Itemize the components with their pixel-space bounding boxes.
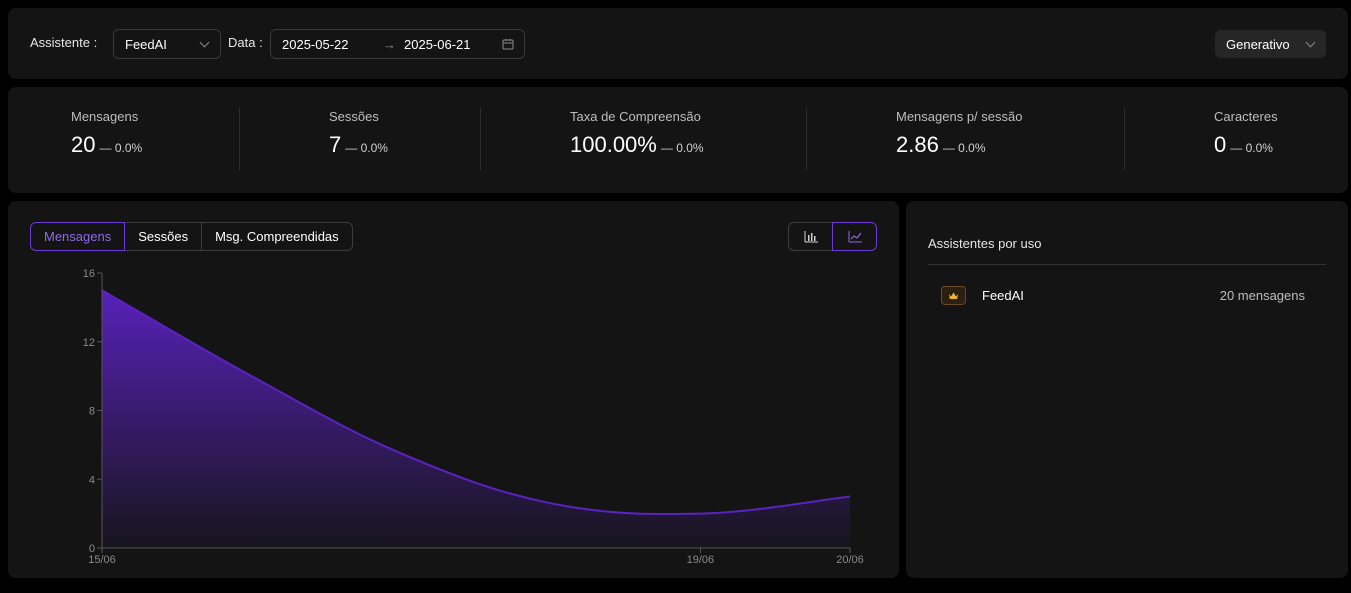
stat-title: Sessões [329, 109, 379, 124]
assistant-select[interactable]: FeedAI [113, 29, 221, 59]
stat-value: 100.00% [570, 132, 657, 157]
divider [928, 264, 1326, 265]
stat-comprehension-rate: Taxa de Compreensão 100.00% — 0.0% [570, 109, 704, 158]
date-range-picker[interactable]: 2025-05-22 → 2025-06-21 [270, 29, 525, 59]
stat-delta: — 0.0% [345, 141, 388, 155]
arrow-right-icon: → [383, 37, 396, 52]
assistant-name: FeedAI [982, 288, 1024, 303]
line-chart-icon [848, 230, 862, 242]
line-chart-toggle[interactable] [832, 222, 877, 251]
filter-bar: Assistente : FeedAI Data : 2025-05-22 → … [8, 8, 1348, 79]
usage-panel: Assistentes por uso FeedAI 20 mensagens [906, 201, 1348, 578]
divider [1124, 108, 1125, 170]
message-count: 20 mensagens [1219, 288, 1305, 303]
x-tick-label: 20/06 [836, 554, 864, 566]
date-end-input[interactable]: 2025-06-21 [404, 37, 471, 52]
x-tick-label: 15/06 [88, 554, 116, 566]
stat-value: 20 [71, 132, 96, 157]
mode-select[interactable]: Generativo [1215, 30, 1326, 58]
divider [480, 108, 481, 170]
list-item: FeedAI 20 mensagens [941, 286, 1305, 306]
date-start-input[interactable]: 2025-05-22 [282, 37, 349, 52]
chart-panel: Mensagens Sessões Msg. Compreendidas 048… [8, 201, 899, 578]
stat-value: 7 [329, 132, 342, 157]
mode-select-value: Generativo [1226, 37, 1290, 52]
stat-title: Mensagens p/ sessão [896, 109, 1023, 124]
stat-sessions: Sessões 7— 0.0% [329, 109, 388, 158]
stat-delta: — 0.0% [942, 141, 986, 155]
assistant-select-value: FeedAI [125, 37, 167, 52]
y-tick-label: 8 [89, 406, 95, 418]
stat-messages-per-session: Mensagens p/ sessão 2.86— 0.0% [896, 109, 1022, 158]
stat-value: 2.86 [896, 132, 939, 157]
assistant-label: Assistente : [30, 35, 98, 50]
stat-messages: Mensagens 20— 0.0% [71, 109, 142, 158]
divider [806, 108, 807, 170]
calendar-icon [502, 38, 514, 53]
y-tick-label: 12 [83, 337, 95, 349]
tab-messages[interactable]: Mensagens [30, 222, 126, 251]
y-tick-label: 16 [83, 268, 95, 280]
stat-delta: — 0.0% [1230, 141, 1273, 155]
chevron-down-icon [199, 37, 210, 48]
stat-value: 0 [1214, 132, 1227, 157]
usage-title: Assistentes por uso [928, 236, 1042, 251]
divider [239, 108, 240, 170]
stat-characters: Caracteres 0— 0.0% [1214, 109, 1278, 158]
stat-delta: — 0.0% [99, 141, 143, 155]
area-fill [102, 290, 850, 548]
crown-icon [941, 286, 966, 305]
stat-title: Taxa de Compreensão [570, 109, 701, 124]
stat-title: Caracteres [1214, 109, 1278, 124]
stat-delta: — 0.0% [660, 141, 704, 155]
date-label: Data : [228, 35, 263, 50]
chevron-down-icon [1305, 37, 1316, 48]
y-tick-label: 4 [89, 474, 95, 486]
stat-title: Mensagens [71, 109, 139, 124]
stats-bar: Mensagens 20— 0.0% Sessões 7— 0.0% Taxa … [8, 87, 1348, 193]
x-tick-label: 19/06 [687, 554, 715, 566]
area-chart: 048121615/06 19/06 20/06 [83, 268, 864, 566]
